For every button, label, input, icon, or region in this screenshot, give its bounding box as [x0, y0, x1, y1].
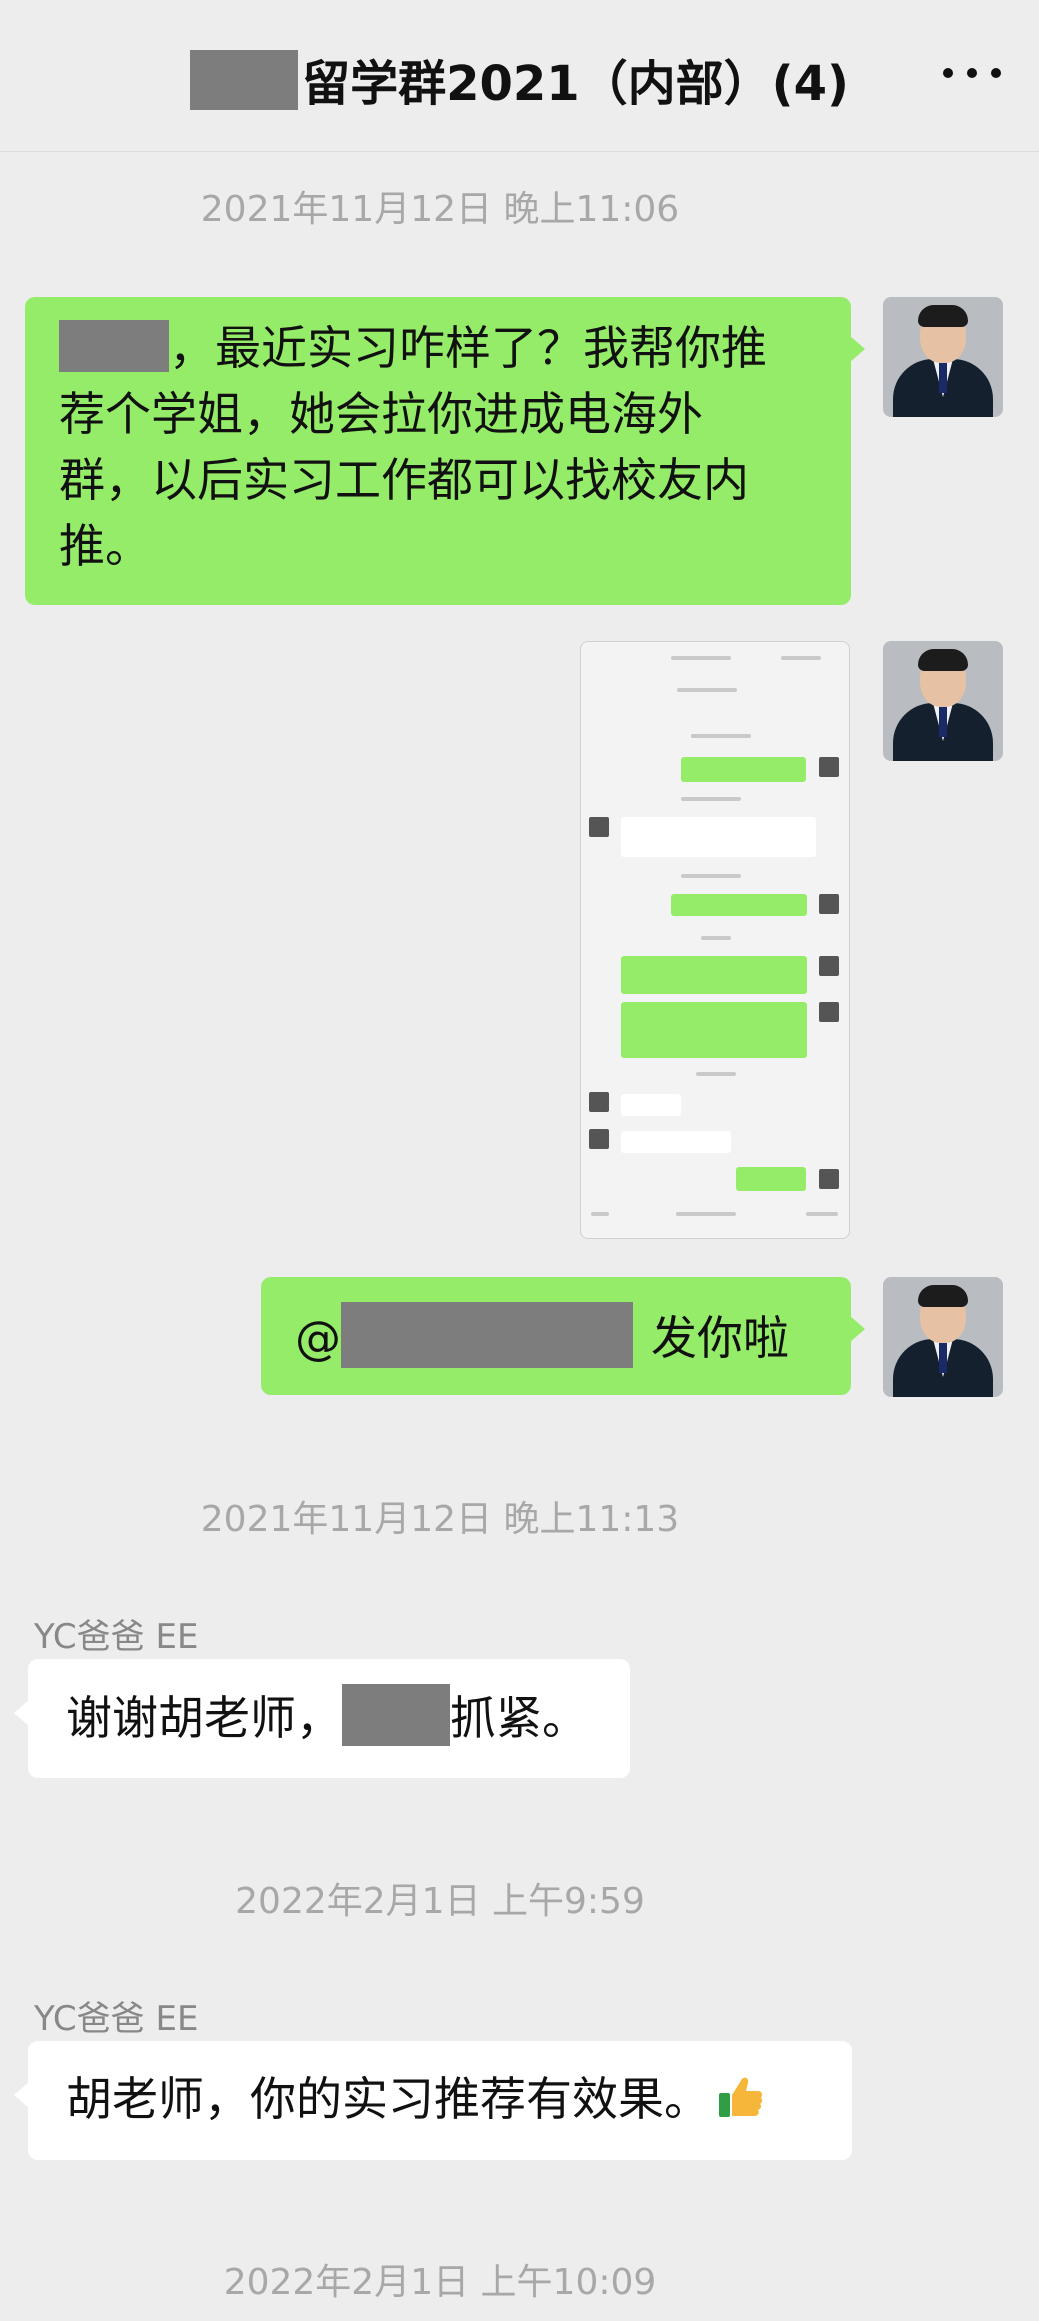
- thumbs-up-icon: [719, 2077, 763, 2117]
- chat-header: 留学群2021（内部）(4): [0, 0, 1039, 152]
- more-options-icon[interactable]: [943, 66, 1001, 80]
- chat-title-text: 留学群2021（内部）(4): [302, 56, 849, 112]
- message-line: 推。: [59, 519, 151, 573]
- timestamp: 2022年2月1日 上午10:09: [223, 2262, 657, 2303]
- chat-title: 留学群2021（内部）(4): [0, 44, 1039, 114]
- redacted-name: [342, 1684, 450, 1746]
- redacted-mention: [341, 1302, 633, 1368]
- sender-name: YC爸爸 EE: [34, 1617, 199, 1657]
- message-bubble-other[interactable]: 谢谢胡老师， 抓紧。: [14, 1659, 630, 1778]
- message-bubble-self[interactable]: @ 发你啦: [261, 1277, 865, 1395]
- redacted-name: [59, 320, 169, 372]
- redacted-name: [190, 50, 299, 110]
- timestamp: 2021年11月12日 晚上11:06: [200, 189, 680, 230]
- timestamp: 2021年11月12日 晚上11:13: [200, 1499, 680, 1540]
- avatar[interactable]: [883, 1277, 1003, 1397]
- message-line: 群，以后实习工作都可以找校友内: [59, 453, 749, 507]
- sender-name: YC爸爸 EE: [34, 1999, 199, 2039]
- message-bubble-other[interactable]: 胡老师，你的实习推荐有效果。: [14, 2041, 852, 2160]
- image-message-thumbnail[interactable]: [580, 641, 850, 1239]
- message-line: 荐个学姐，她会拉你进成电海外: [59, 387, 703, 441]
- message-bubble-self[interactable]: ，最近实习咋样了？我帮你推 荐个学姐，她会拉你进成电海外 群，以后实习工作都可以…: [25, 297, 865, 605]
- timestamp: 2022年2月1日 上午9:59: [235, 1881, 645, 1922]
- avatar[interactable]: [883, 641, 1003, 761]
- avatar[interactable]: [883, 297, 1003, 417]
- message-line: ，最近实习咋样了？我帮你推: [59, 315, 817, 381]
